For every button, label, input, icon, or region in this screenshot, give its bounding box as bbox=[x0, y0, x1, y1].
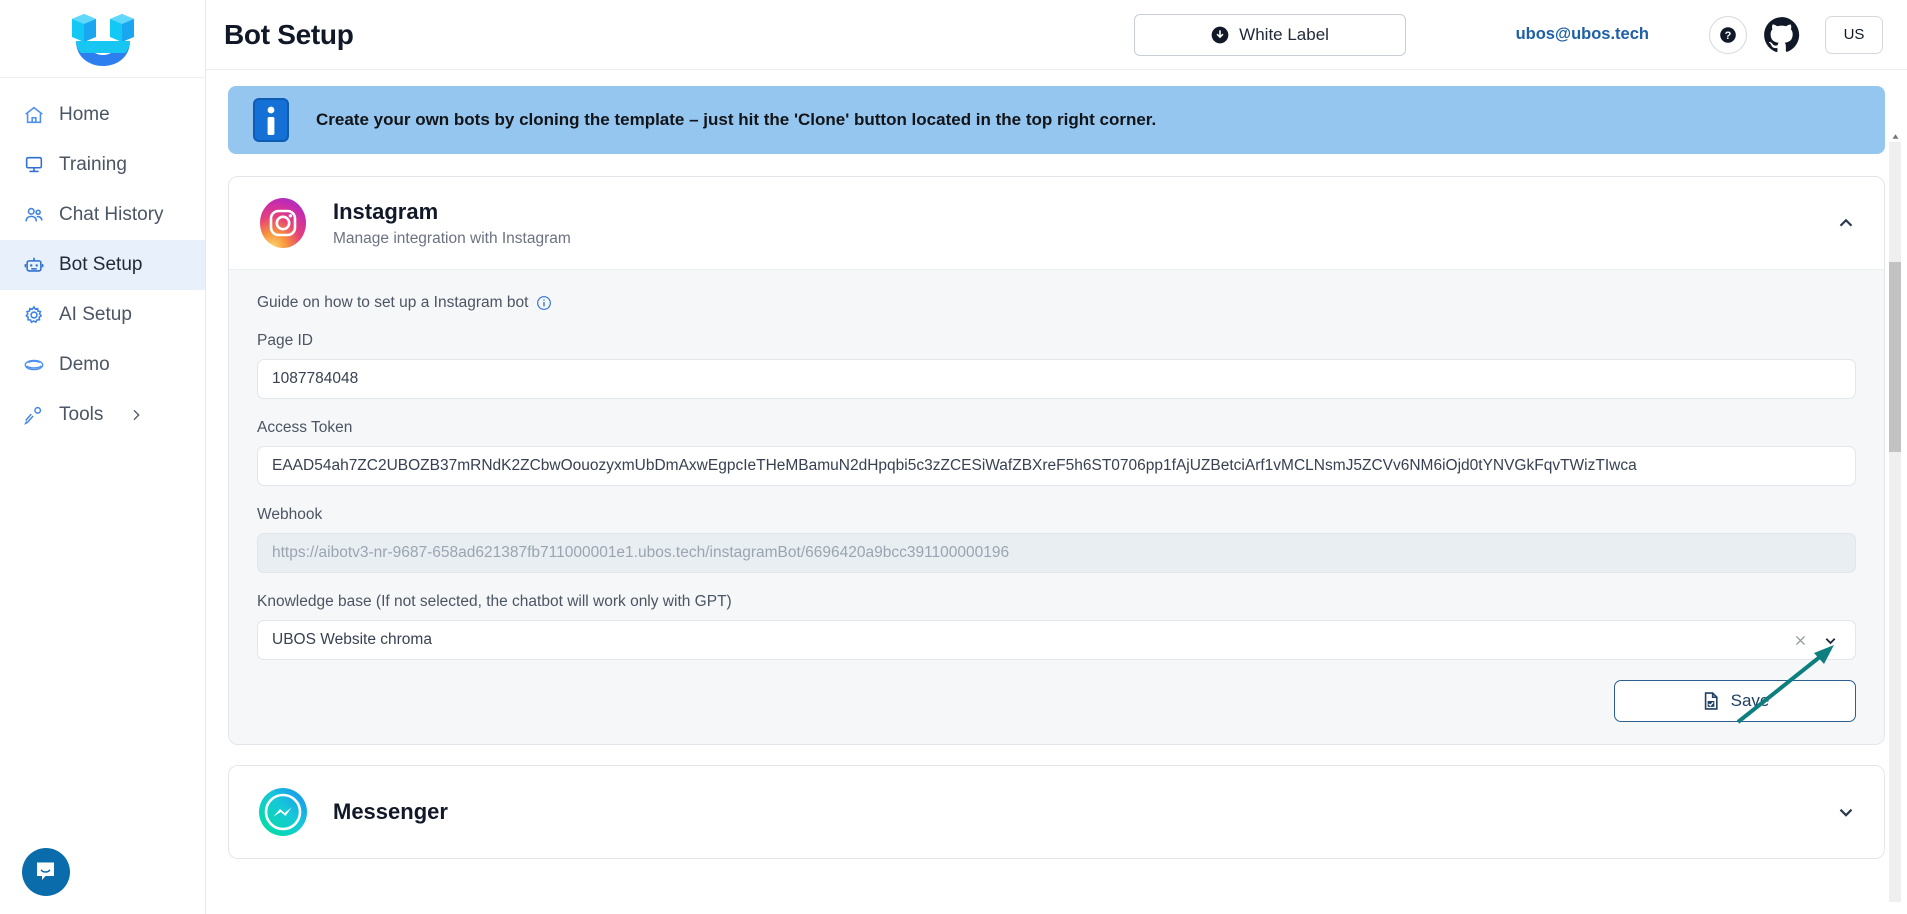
sidebar-item-label: Home bbox=[59, 104, 110, 125]
sidebar-item-tools[interactable]: Tools bbox=[0, 390, 205, 440]
sidebar-item-chat-history[interactable]: Chat History bbox=[0, 190, 205, 240]
top-bar: Bot Setup White Label ubos@ubos.tech ? U… bbox=[206, 0, 1907, 70]
card-subtitle: Manage integration with Instagram bbox=[333, 229, 571, 247]
question-mark-icon: ? bbox=[1720, 26, 1736, 43]
access-token-input[interactable]: EAAD54ah7ZC2UBOZB37mRNdK2ZCbwOouozyxmUbD… bbox=[257, 446, 1856, 486]
sidebar-item-label: Demo bbox=[59, 354, 110, 375]
training-icon bbox=[22, 153, 46, 177]
save-button[interactable]: Save bbox=[1614, 680, 1856, 722]
page-title: Bot Setup bbox=[224, 18, 354, 50]
card-titles: Messenger bbox=[333, 798, 1832, 826]
sidebar-item-label: Training bbox=[59, 154, 127, 175]
demo-icon bbox=[22, 353, 46, 377]
white-label-button[interactable]: White Label bbox=[1133, 13, 1406, 56]
knowledge-base-value: UBOS Website chroma bbox=[272, 631, 432, 648]
sidebar-item-label: AI Setup bbox=[59, 304, 132, 325]
info-banner: Create your own bots by cloning the temp… bbox=[228, 86, 1885, 154]
banner-text: Create your own bots by cloning the temp… bbox=[316, 110, 1157, 129]
sidebar-item-home[interactable]: Home bbox=[0, 90, 205, 140]
field-label: Page ID bbox=[257, 332, 314, 349]
page-id-input[interactable]: 1087784048 bbox=[257, 359, 1856, 399]
messenger-icon bbox=[259, 788, 307, 836]
field-label: Access Token bbox=[257, 419, 353, 436]
sidebar-item-label: Chat History bbox=[59, 204, 164, 225]
card-header-messenger[interactable]: Messenger bbox=[229, 766, 1884, 858]
user-email-link[interactable]: ubos@ubos.tech bbox=[1516, 25, 1649, 44]
field-page-id: Page ID 1087784048 bbox=[257, 332, 1856, 399]
logo-area[interactable] bbox=[0, 0, 205, 78]
card-titles: Instagram Manage integration with Instag… bbox=[333, 198, 1832, 248]
save-row: Save bbox=[257, 680, 1856, 722]
home-icon bbox=[22, 103, 46, 127]
chevron-down-icon[interactable] bbox=[1832, 801, 1860, 823]
knowledge-base-select[interactable]: UBOS Website chroma bbox=[257, 620, 1856, 660]
chevron-down-icon[interactable] bbox=[1819, 632, 1841, 649]
sidebar-item-training[interactable]: Training bbox=[0, 140, 205, 190]
instagram-icon bbox=[260, 198, 306, 248]
guide-text: Guide on how to set up a Instagram bot bbox=[257, 294, 529, 311]
chevron-up-icon[interactable] bbox=[1832, 212, 1860, 234]
white-label-label: White Label bbox=[1239, 24, 1329, 44]
vertical-scrollbar-thumb[interactable] bbox=[1889, 262, 1901, 452]
info-icon bbox=[253, 98, 289, 142]
svg-text:?: ? bbox=[1725, 30, 1732, 42]
content-scroll-area: Create your own bots by cloning the temp… bbox=[206, 70, 1907, 914]
download-icon bbox=[1211, 26, 1229, 43]
card-header-instagram[interactable]: Instagram Manage integration with Instag… bbox=[229, 177, 1884, 269]
sidebar-nav: Home Training Chat History Bot Setup AI … bbox=[0, 78, 205, 440]
field-label: Webhook bbox=[257, 506, 323, 523]
sidebar: Home Training Chat History Bot Setup AI … bbox=[0, 0, 206, 914]
intercom-chat-icon bbox=[37, 862, 54, 880]
save-label: Save bbox=[1730, 691, 1770, 710]
tools-icon bbox=[22, 403, 46, 427]
sidebar-item-label: Bot Setup bbox=[59, 254, 143, 275]
help-button[interactable]: ? bbox=[1709, 15, 1747, 54]
scroll-up-arrow-icon[interactable] bbox=[1891, 132, 1900, 141]
field-webhook: Webhook https://aibotv3-nr-9687-658ad621… bbox=[257, 506, 1856, 573]
chevron-right-icon bbox=[128, 407, 144, 423]
sidebar-item-ai-setup[interactable]: AI Setup bbox=[0, 290, 205, 340]
integration-card-instagram: Instagram Manage integration with Instag… bbox=[228, 176, 1885, 745]
sidebar-item-label: Tools bbox=[59, 404, 104, 425]
card-title: Instagram bbox=[333, 199, 439, 225]
guide-row: Guide on how to set up a Instagram bot bbox=[257, 294, 1856, 312]
field-knowledge-base: Knowledge base (If not selected, the cha… bbox=[257, 593, 1856, 660]
webhook-input[interactable]: https://aibotv3-nr-9687-658ad621387fb711… bbox=[257, 533, 1856, 573]
field-label: Knowledge base (If not selected, the cha… bbox=[257, 593, 732, 610]
ubos-smiley-logo bbox=[71, 13, 134, 66]
field-access-token: Access Token EAAD54ah7ZC2UBOZB37mRNdK2ZC… bbox=[257, 419, 1856, 486]
intercom-launcher-button[interactable] bbox=[22, 848, 70, 896]
language-label: US bbox=[1843, 26, 1865, 43]
github-icon[interactable] bbox=[1761, 14, 1803, 56]
chat-history-icon bbox=[22, 203, 46, 227]
card-body-instagram: Guide on how to set up a Instagram bot P… bbox=[229, 269, 1884, 744]
info-circle-icon[interactable] bbox=[536, 295, 552, 311]
integration-card-messenger: Messenger bbox=[228, 765, 1885, 859]
gear-icon bbox=[22, 303, 46, 327]
sidebar-item-demo[interactable]: Demo bbox=[0, 340, 205, 390]
robot-icon bbox=[22, 253, 46, 277]
vertical-scrollbar-track[interactable] bbox=[1889, 134, 1901, 902]
card-title: Messenger bbox=[333, 799, 448, 825]
close-icon[interactable] bbox=[1789, 633, 1811, 648]
language-selector[interactable]: US bbox=[1825, 15, 1883, 54]
save-file-icon bbox=[1704, 692, 1718, 710]
main-area: Bot Setup White Label ubos@ubos.tech ? U… bbox=[206, 0, 1907, 914]
app-root: Home Training Chat History Bot Setup AI … bbox=[0, 0, 1907, 914]
sidebar-item-bot-setup[interactable]: Bot Setup bbox=[0, 240, 205, 290]
